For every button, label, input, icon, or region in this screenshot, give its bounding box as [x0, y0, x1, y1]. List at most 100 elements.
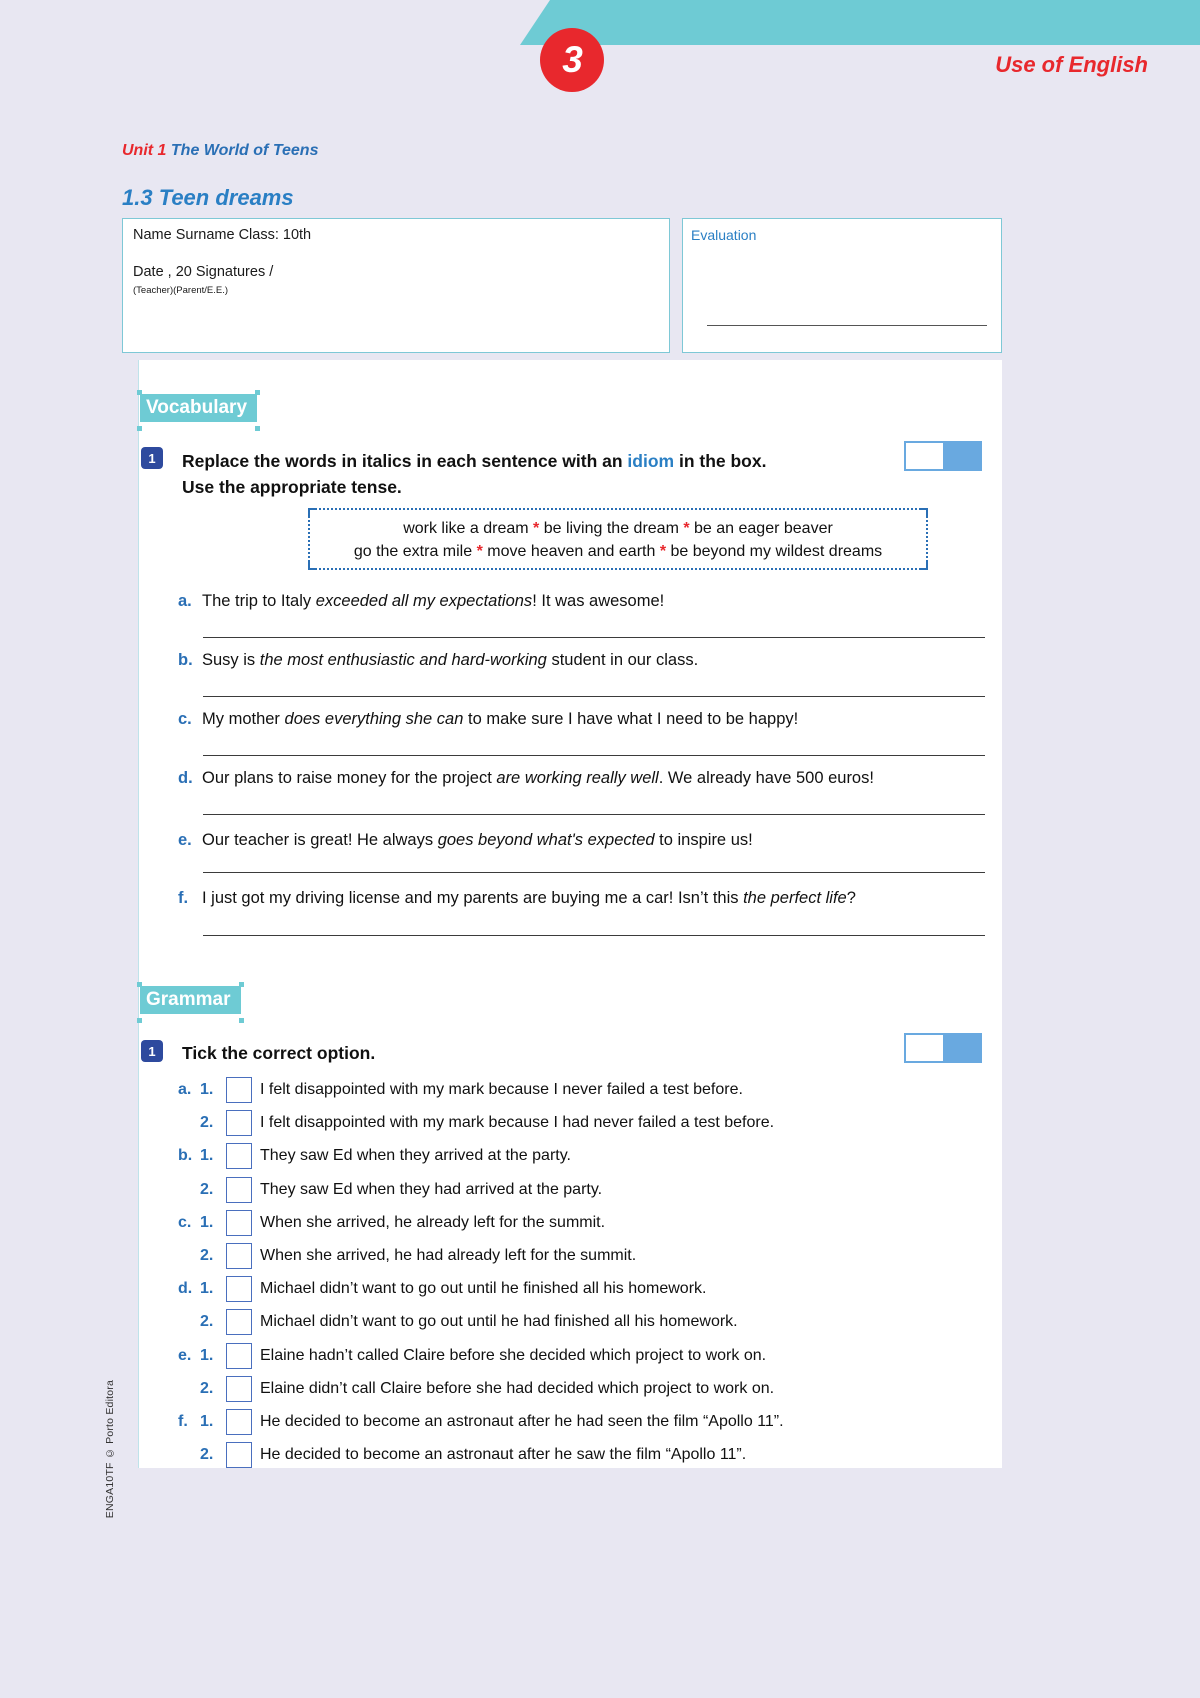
- idiom-phrase: be an eager beaver: [694, 520, 833, 537]
- vocabulary-instruction-part2: in the box.: [674, 451, 767, 471]
- corner-mark-top-left: [308, 508, 316, 516]
- lesson-title: 1.3 Teen dreams: [122, 185, 294, 210]
- item-letter: a.: [178, 1081, 192, 1098]
- grammar-item: 2. Elaine didn’t call Claire before she h…: [178, 1376, 774, 1402]
- option-checkbox[interactable]: [226, 1177, 252, 1203]
- unit-label: Unit 1: [122, 142, 167, 159]
- option-number: 2.: [200, 1181, 214, 1198]
- grammar-item: 2. Michael didn’t want to go out until he…: [178, 1309, 738, 1335]
- option-checkbox[interactable]: [226, 1309, 252, 1335]
- item-sentence: Our teacher is great! He always goes bey…: [202, 831, 753, 849]
- vocabulary-instruction-highlight: idiom: [627, 451, 675, 471]
- item-letter: c.: [178, 1214, 192, 1231]
- item-letter: c.: [178, 710, 192, 728]
- option-number: 2.: [200, 1380, 214, 1397]
- worksheet-page: 3 Use of English Unit 1 The World of Tee…: [0, 0, 1200, 1698]
- idiom-phrase: move heaven and earth: [487, 543, 656, 560]
- item-sentence: My mother does everything she can to mak…: [202, 710, 799, 728]
- answer-line[interactable]: [203, 872, 985, 873]
- option-checkbox[interactable]: [226, 1343, 252, 1369]
- idiom-row: go the extra mile * move heaven and eart…: [310, 543, 926, 561]
- option-sentence: They saw Ed when they had arrived at the…: [260, 1181, 603, 1198]
- unit-name: The World of Teens: [170, 142, 319, 159]
- option-number: 1.: [200, 1347, 214, 1364]
- item-sentence: Our plans to raise money for the project…: [202, 769, 874, 787]
- option-sentence: Elaine hadn’t called Claire before she d…: [260, 1347, 767, 1364]
- option-sentence: Michael didn’t want to go out until he h…: [260, 1313, 738, 1330]
- item-letter: d.: [178, 769, 193, 787]
- grammar-item: c. 1. When she arrived, he already left fo…: [178, 1210, 605, 1236]
- idiom-separator: *: [472, 543, 488, 560]
- grammar-item: b. 1. They saw Ed when they arrived at the…: [178, 1143, 571, 1169]
- evaluation-box[interactable]: Evaluation: [682, 218, 1002, 353]
- grammar-item: 2. He decided to become an astronaut afte…: [178, 1442, 746, 1468]
- option-sentence: When she arrived, he already left for th…: [260, 1214, 606, 1231]
- idiom-separator: *: [528, 520, 544, 537]
- option-checkbox[interactable]: [226, 1276, 252, 1302]
- vocabulary-exercise-number: 1: [141, 447, 163, 469]
- option-number: 1.: [200, 1081, 214, 1098]
- option-number: 1.: [200, 1147, 214, 1164]
- score-total-area: [943, 1033, 982, 1063]
- header-band: [520, 0, 1200, 45]
- option-checkbox[interactable]: [226, 1409, 252, 1435]
- answer-line[interactable]: [203, 696, 985, 697]
- corner-mark-bottom-left: [308, 562, 316, 570]
- option-checkbox[interactable]: [226, 1210, 252, 1236]
- section-header-grammar: Grammar: [137, 982, 243, 1014]
- option-checkbox[interactable]: [226, 1243, 252, 1269]
- idiom-phrase: work like a dream: [403, 520, 529, 537]
- idiom-phrase: be beyond my wildest dreams: [670, 543, 883, 560]
- item-sentence: Susy is the most enthusiastic and hard-w…: [202, 651, 699, 669]
- option-sentence: I felt disappointed with my mark because…: [260, 1114, 775, 1131]
- idiom-row: work like a dream * be living the dream …: [310, 520, 926, 538]
- item-letter: d.: [178, 1280, 193, 1297]
- item-italic-phrase: exceeded all my expectations: [315, 592, 533, 610]
- item-letter: b.: [178, 651, 193, 669]
- idiom-separator: *: [678, 520, 695, 537]
- option-number: 1.: [200, 1413, 214, 1430]
- score-input-area[interactable]: [904, 441, 943, 471]
- vocabulary-score-box[interactable]: [904, 441, 982, 471]
- option-number: 1.: [200, 1280, 214, 1297]
- option-checkbox[interactable]: [226, 1376, 252, 1402]
- option-sentence: I felt disappointed with my mark because…: [260, 1081, 743, 1098]
- item-italic-phrase: does everything she can: [284, 710, 464, 728]
- grammar-item: f. 1. He decided to become an astronaut af…: [178, 1409, 784, 1435]
- score-input-area[interactable]: [904, 1033, 943, 1063]
- item-letter: e.: [178, 831, 192, 849]
- option-sentence: Elaine didn’t call Claire before she had…: [260, 1380, 775, 1397]
- answer-line[interactable]: [203, 755, 985, 756]
- option-sentence: He decided to become an astronaut after …: [260, 1446, 747, 1463]
- grammar-item: 2. When she arrived, he had already left …: [178, 1243, 636, 1269]
- evaluation-signature-line: [707, 325, 987, 326]
- option-checkbox[interactable]: [226, 1110, 252, 1136]
- answer-line[interactable]: [203, 637, 985, 638]
- answer-line[interactable]: [203, 814, 985, 815]
- section-header-vocabulary: Vocabulary: [136, 390, 261, 422]
- vocabulary-instruction: Replace the words in italics in each sen…: [182, 448, 882, 500]
- corner-mark-top-right: [920, 508, 928, 516]
- idiom-phrase: be living the dream: [543, 520, 679, 537]
- grammar-score-box[interactable]: [904, 1033, 982, 1063]
- score-total-area: [943, 441, 982, 471]
- name-field-label: Name Surname Class: 10th: [133, 227, 312, 243]
- option-checkbox[interactable]: [226, 1077, 252, 1103]
- copyright-credit: ENGA10TF © Porto Editora: [104, 1380, 116, 1519]
- grammar-item: e. 1. Elaine hadn’t called Claire before s…: [178, 1343, 766, 1369]
- item-letter: a.: [178, 592, 192, 610]
- answer-line[interactable]: [203, 935, 985, 936]
- idiom-phrase: go the extra mile: [353, 543, 473, 560]
- option-checkbox[interactable]: [226, 1442, 252, 1468]
- grammar-exercise-number: 1: [141, 1040, 163, 1062]
- student-identification-box[interactable]: Name Surname Class: 10th Date , 20 Signa…: [122, 218, 670, 353]
- grammar-instruction: Tick the correct option.: [182, 1043, 376, 1063]
- date-signature-label: Date , 20 Signatures /: [133, 264, 274, 280]
- corner-mark-bottom-right: [920, 562, 928, 570]
- breadcrumb: Unit 1 The World of Teens: [122, 142, 318, 160]
- option-number: 2.: [200, 1114, 214, 1131]
- option-number: 2.: [200, 1446, 214, 1463]
- option-checkbox[interactable]: [226, 1143, 252, 1169]
- item-italic-phrase: the most enthusiastic and hard-working: [259, 651, 547, 669]
- idiom-separator: *: [655, 543, 671, 560]
